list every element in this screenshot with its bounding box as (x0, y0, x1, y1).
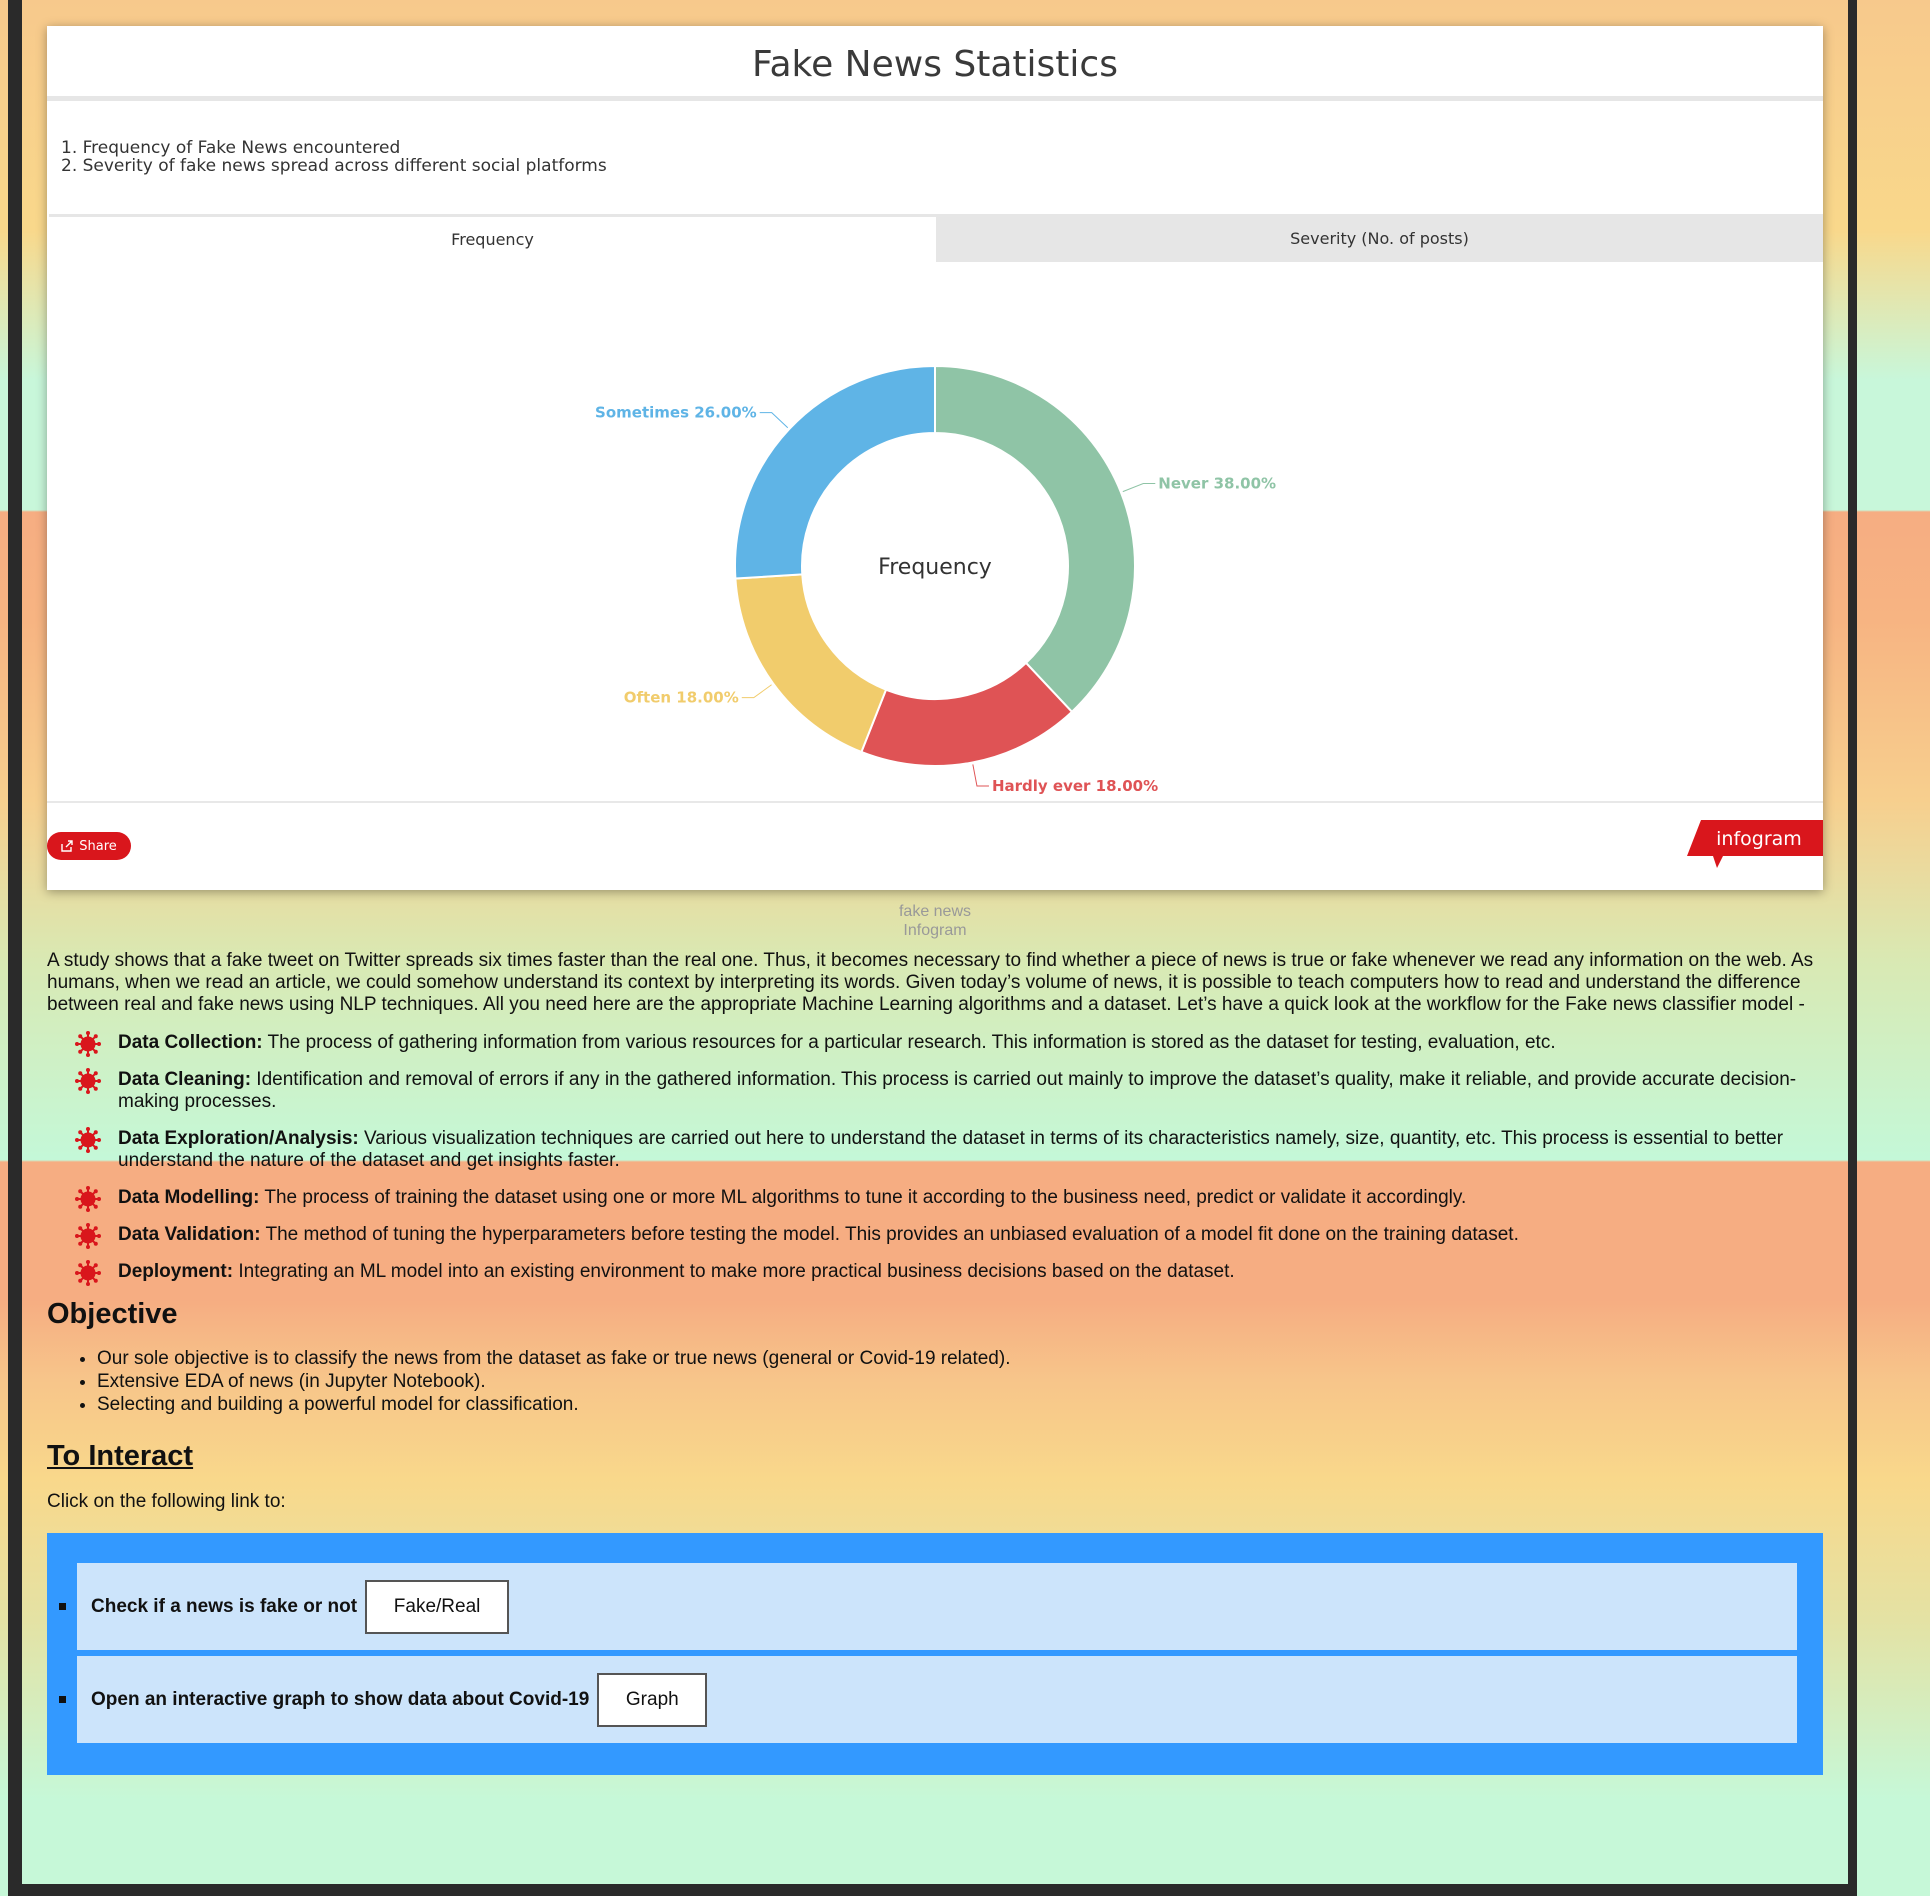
step-text: The process of gathering information fro… (262, 1032, 1556, 1053)
title-divider (47, 96, 1823, 101)
slice-label: Hardly ever 18.00% (992, 777, 1158, 795)
label-leader-line (1122, 483, 1156, 493)
slice-label: Often 18.00% (624, 689, 739, 707)
step-title: Data Modelling: (118, 1187, 260, 1208)
label-leader-line (759, 412, 789, 429)
list-item: Data Collection: The process of gatherin… (47, 1031, 1823, 1057)
virus-icon (75, 1031, 101, 1057)
infogram-embed: Fake News Statistics 1. Frequency of Fak… (47, 26, 1823, 890)
virus-icon (75, 1127, 101, 1153)
list-item: Selecting and building a powerful model … (97, 1393, 1823, 1416)
donut-slice-often[interactable] (734, 573, 888, 754)
step-text: Identification and removal of errors if … (118, 1069, 1797, 1112)
donut-slice-hardly-ever[interactable] (860, 661, 1074, 767)
donut-slice-never[interactable] (934, 364, 1137, 714)
donut-slice-sometimes[interactable] (734, 364, 936, 580)
infogram-logo[interactable]: infogram (1687, 820, 1823, 872)
list-item: Our sole objective is to classify the ne… (97, 1347, 1823, 1370)
donut-chart: Never 38.00% Hardly ever 18.00% Often 18.0… (595, 364, 1276, 795)
step-title: Deployment: (118, 1261, 234, 1282)
share-icon (61, 840, 73, 852)
caption-line: fake news (898, 903, 972, 920)
step-title: Data Validation: (118, 1224, 261, 1245)
workflow-list: Data Collection: The process of gatherin… (47, 1031, 1823, 1286)
step-title: Data Exploration/Analysis: (118, 1128, 359, 1149)
link-panel: Check if a news is fake or not Fake/Real… (47, 1533, 1823, 1775)
graph-button[interactable]: Graph (597, 1672, 708, 1727)
list-item: Data Validation: The method of tuning th… (47, 1223, 1823, 1249)
embed-notes: 1. Frequency of Fake News encountered 2.… (61, 139, 607, 175)
step-title: Data Cleaning: (118, 1069, 252, 1090)
chart-area: Never 38.00% Hardly ever 18.00% Often 18.0… (47, 266, 1823, 826)
footer-divider (47, 801, 1823, 803)
embed-title: Fake News Statistics (752, 44, 1118, 85)
step-text: Integrating an ML model into an existing… (233, 1261, 1235, 1282)
link-label: Open an interactive graph to show data a… (91, 1688, 590, 1710)
step-text: Various visualization techniques are car… (118, 1128, 1784, 1171)
chart-tabs: Frequency Severity (No. of posts) (49, 214, 1823, 262)
brand-text: infogram (1716, 828, 1802, 850)
link-label: Check if a news is fake or not (91, 1595, 358, 1617)
virus-icon (75, 1068, 101, 1094)
list-item: Data Cleaning: Identification and remova… (47, 1068, 1823, 1113)
list-item: Data Modelling: The process of training … (47, 1186, 1823, 1212)
step-text: The method of tuning the hyperparameters… (260, 1224, 1519, 1245)
embed-caption: fake news Infogram (47, 902, 1823, 940)
embed-note: 1. Frequency of Fake News encountered (61, 138, 401, 158)
window-frame-bottom (8, 1884, 1857, 1896)
click-instructions: Click on the following link to: (47, 1491, 286, 1512)
square-bullet (59, 1696, 66, 1703)
virus-icon (75, 1186, 101, 1212)
slice-label: Never 38.00% (1158, 475, 1276, 493)
caption-line: Infogram (903, 922, 967, 939)
intro-paragraph: A study shows that a fake tweet on Twitt… (47, 950, 1814, 1015)
interact-heading: To Interact (47, 1440, 194, 1472)
label-leader-line (972, 764, 989, 787)
step-text: The process of training the dataset usin… (259, 1187, 1467, 1208)
list-item: Extensive EDA of news (in Jupyter Notebo… (97, 1370, 1823, 1393)
step-title: Data Collection: (118, 1032, 263, 1053)
objective-list: Our sole objective is to classify the ne… (47, 1347, 1823, 1416)
virus-icon (75, 1260, 101, 1286)
square-bullet (59, 1603, 66, 1610)
tab-frequency[interactable]: Frequency (49, 214, 936, 262)
fake-real-button[interactable]: Fake/Real (365, 1579, 510, 1634)
share-button[interactable]: Share (47, 832, 131, 860)
page-content: Fake News Statistics 1. Frequency of Fak… (47, 26, 1823, 1775)
list-item: Deployment: Integrating an ML model into… (47, 1260, 1823, 1286)
virus-icon (75, 1223, 101, 1249)
share-label: Share (79, 838, 117, 854)
embed-note: 2. Severity of fake news spread across d… (61, 156, 607, 176)
objective-heading: Objective (47, 1298, 178, 1330)
window-frame-left (8, 0, 22, 1884)
tab-severity[interactable]: Severity (No. of posts) (936, 214, 1823, 262)
slice-label: Sometimes 26.00% (595, 404, 757, 422)
window-frame-right (1848, 0, 1857, 1896)
donut-center-label: Frequency (878, 555, 992, 580)
list-item: Data Exploration/Analysis: Various visua… (47, 1127, 1823, 1172)
label-leader-line (741, 684, 772, 699)
link-row-fake-real: Check if a news is fake or not Fake/Real (59, 1563, 1797, 1650)
link-row-graph: Open an interactive graph to show data a… (59, 1656, 1797, 1743)
